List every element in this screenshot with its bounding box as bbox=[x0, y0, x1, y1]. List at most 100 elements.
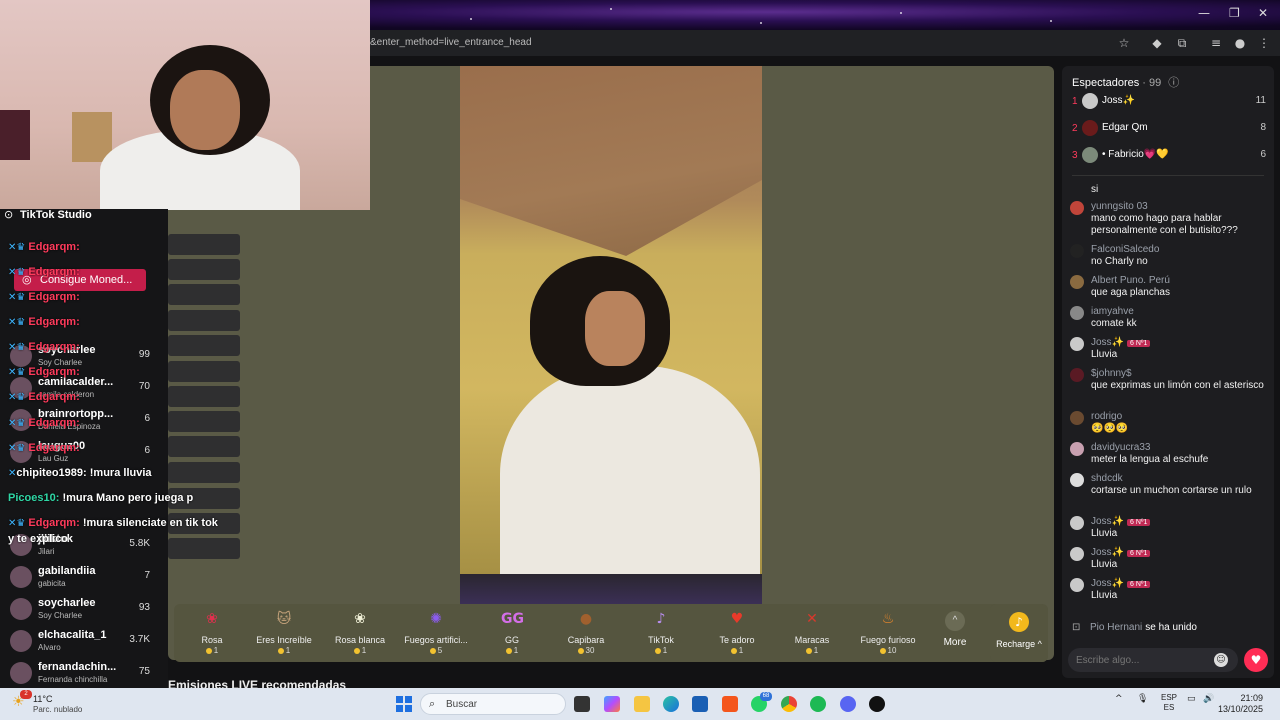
leaderboard-row[interactable]: elchacalita_1 Alvaro 3.7K bbox=[8, 627, 158, 655]
leaderboard-score: 7 bbox=[144, 570, 150, 581]
top-viewer-row[interactable]: 2 Edgar Qm 8 bbox=[1070, 119, 1266, 141]
chat-username[interactable]: Joss✨ 6 Nº1 bbox=[1091, 547, 1151, 558]
start-windows-icon[interactable] bbox=[396, 696, 412, 712]
viewer-score: 8 bbox=[1260, 122, 1266, 133]
gift-maracas[interactable]: ✕ Maracas 1 bbox=[774, 608, 850, 660]
weather-desc[interactable]: Parc. nublado bbox=[33, 705, 82, 714]
volume-icon[interactable]: 🔊 bbox=[1203, 694, 1214, 704]
recharge-button[interactable]: ♪ Recharge ^ bbox=[990, 604, 1048, 662]
gift-capibara[interactable]: ● Capibara 30 bbox=[548, 608, 624, 660]
avatar[interactable] bbox=[1070, 473, 1084, 487]
taskbar-search[interactable]: ⌕ Buscar bbox=[420, 693, 566, 715]
joined-username[interactable]: Pio Hernani bbox=[1090, 622, 1142, 633]
crown-badge-icon: ✕♛ bbox=[8, 367, 26, 378]
leaderboard-name: elchacalita_1 bbox=[38, 629, 107, 641]
chat-username[interactable]: yunngsito 03 bbox=[1091, 201, 1148, 212]
leaderboard-subname: Alvaro bbox=[38, 643, 61, 652]
chat-input[interactable] bbox=[1068, 648, 1238, 672]
bookmark-star-icon[interactable]: ☆ bbox=[1116, 35, 1132, 51]
menu-dots-icon[interactable]: ⋮ bbox=[1256, 35, 1272, 51]
chevron-up-icon: ^ bbox=[945, 611, 965, 631]
gift-fuegos-artificiales[interactable]: ✺ Fuegos artifici... 5 bbox=[398, 608, 474, 660]
address-bar[interactable]: &enter_method=live_entrance_head ☆ ◆ ⧉ ≡… bbox=[370, 30, 1280, 56]
crown-badge-icon: ✕♛ bbox=[8, 443, 26, 454]
avatar[interactable] bbox=[1070, 547, 1084, 561]
url-text[interactable]: &enter_method=live_entrance_head bbox=[370, 37, 532, 48]
viewers-header[interactable]: Espectadores · 99 ⓘ bbox=[1072, 74, 1179, 90]
chrome-icon[interactable] bbox=[781, 696, 797, 712]
language-indicator[interactable]: ESP ES bbox=[1161, 693, 1177, 713]
minimize-icon[interactable]: — bbox=[1198, 6, 1210, 20]
leaderboard-row[interactable]: soycharlee Soy Charlee 93 bbox=[8, 595, 158, 623]
coin-icon bbox=[353, 647, 360, 654]
live-video[interactable] bbox=[460, 66, 762, 604]
spotify-icon[interactable] bbox=[810, 696, 826, 712]
puzzle-icon[interactable]: ⧉ bbox=[1174, 35, 1190, 51]
chat-username[interactable]: rodrigo bbox=[1091, 411, 1122, 422]
star-decoration bbox=[760, 22, 762, 24]
emoji-icon[interactable]: ☺ bbox=[1214, 653, 1228, 667]
weather-temp[interactable]: 11°C bbox=[33, 694, 52, 704]
leaderboard-row[interactable]: fernandachin... Fernanda chinchilla 75 bbox=[8, 659, 158, 687]
overlay-slot bbox=[168, 386, 240, 407]
gift-eres-increible[interactable]: 🐱 Eres Increíble 1 bbox=[246, 608, 322, 660]
chat-username[interactable]: Joss✨ 6 Nº1 bbox=[1091, 578, 1151, 589]
avatar[interactable] bbox=[1070, 516, 1084, 530]
obs-icon[interactable] bbox=[869, 696, 885, 712]
microphone-icon[interactable]: 🎙 bbox=[1137, 694, 1148, 704]
gift-tiktok[interactable]: ♪ TikTok 1 bbox=[623, 608, 699, 660]
leaderboard-name: fernandachin... bbox=[38, 661, 117, 673]
store-icon[interactable] bbox=[692, 696, 708, 712]
chat-username[interactable]: shdcdk bbox=[1091, 473, 1123, 484]
chat-username[interactable]: $johnny$ bbox=[1091, 368, 1132, 379]
chat-username[interactable]: davidyucra33 bbox=[1091, 442, 1150, 453]
leaderboard-score: 6 bbox=[144, 413, 150, 424]
avatar[interactable] bbox=[1070, 578, 1084, 592]
copilot-icon[interactable] bbox=[604, 696, 620, 712]
chat-username[interactable]: Joss✨ 6 Nº1 bbox=[1091, 337, 1151, 348]
help-icon[interactable]: ⓘ bbox=[1168, 76, 1179, 89]
heart-like-button[interactable]: ♥ bbox=[1244, 648, 1268, 672]
chat-username[interactable]: iamyahve bbox=[1091, 306, 1134, 317]
network-icon[interactable]: ▭ bbox=[1187, 694, 1196, 704]
chat-text: 🥺🥺🥺 bbox=[1091, 423, 1129, 434]
chat-username[interactable]: Joss✨ 6 Nº1 bbox=[1091, 516, 1151, 527]
file-explorer-icon[interactable] bbox=[634, 696, 650, 712]
gift-cost-value: 10 bbox=[887, 646, 897, 655]
maracas-icon: ✕ bbox=[806, 611, 818, 627]
leaderboard-row[interactable]: gabilandiia gabicita 7 bbox=[8, 563, 158, 591]
discord-icon[interactable] bbox=[840, 696, 856, 712]
top-viewer-row[interactable]: 3 • Fabricio💗💛 6 bbox=[1070, 146, 1266, 168]
gift-cost-value: 1 bbox=[513, 646, 519, 655]
gift-gg[interactable]: GG GG 1 bbox=[474, 608, 550, 660]
avatar[interactable] bbox=[1070, 411, 1084, 425]
profile-avatar-icon[interactable]: ● bbox=[1232, 35, 1248, 51]
task-view-icon[interactable] bbox=[574, 696, 590, 712]
avatar[interactable] bbox=[1070, 306, 1084, 320]
close-icon[interactable]: ✕ bbox=[1258, 6, 1268, 20]
maximize-icon[interactable]: ❐ bbox=[1229, 6, 1240, 20]
video-keyboard bbox=[460, 574, 762, 604]
gift-rosa[interactable]: ❀ Rosa 1 bbox=[174, 608, 250, 660]
gift-fuego-furioso[interactable]: ♨ Fuego furioso 10 bbox=[850, 608, 926, 660]
avatar[interactable] bbox=[1070, 337, 1084, 351]
edge-icon[interactable] bbox=[663, 696, 679, 712]
avatar[interactable] bbox=[1070, 368, 1084, 382]
overlay-username: Edgarqm: bbox=[28, 266, 80, 278]
avatar[interactable] bbox=[1070, 244, 1084, 258]
extension-icon[interactable]: ◆ bbox=[1149, 35, 1165, 51]
overlay-chat-line: y te explico bbox=[8, 533, 68, 545]
clock[interactable]: 21:09 13/10/2025 bbox=[1218, 693, 1263, 715]
avatar[interactable] bbox=[1070, 275, 1084, 289]
more-gifts-button[interactable]: ^ More bbox=[940, 611, 970, 648]
gift-rosa-blanca[interactable]: ❀ Rosa blanca 1 bbox=[322, 608, 398, 660]
avatar[interactable] bbox=[1070, 201, 1084, 215]
chevron-up-icon[interactable]: ^ bbox=[1115, 694, 1123, 704]
avatar[interactable] bbox=[1070, 442, 1084, 456]
media-icon[interactable]: ≡ bbox=[1208, 35, 1224, 51]
chat-username[interactable]: FalconiSalcedo bbox=[1091, 244, 1159, 255]
chat-username[interactable]: Albert Puno. Perú bbox=[1091, 275, 1170, 286]
top-viewer-row[interactable]: 1 Joss✨ 11 bbox=[1070, 92, 1266, 114]
brave-icon[interactable] bbox=[722, 696, 738, 712]
gift-te-adoro[interactable]: ♥ Te adoro 1 bbox=[699, 608, 775, 660]
